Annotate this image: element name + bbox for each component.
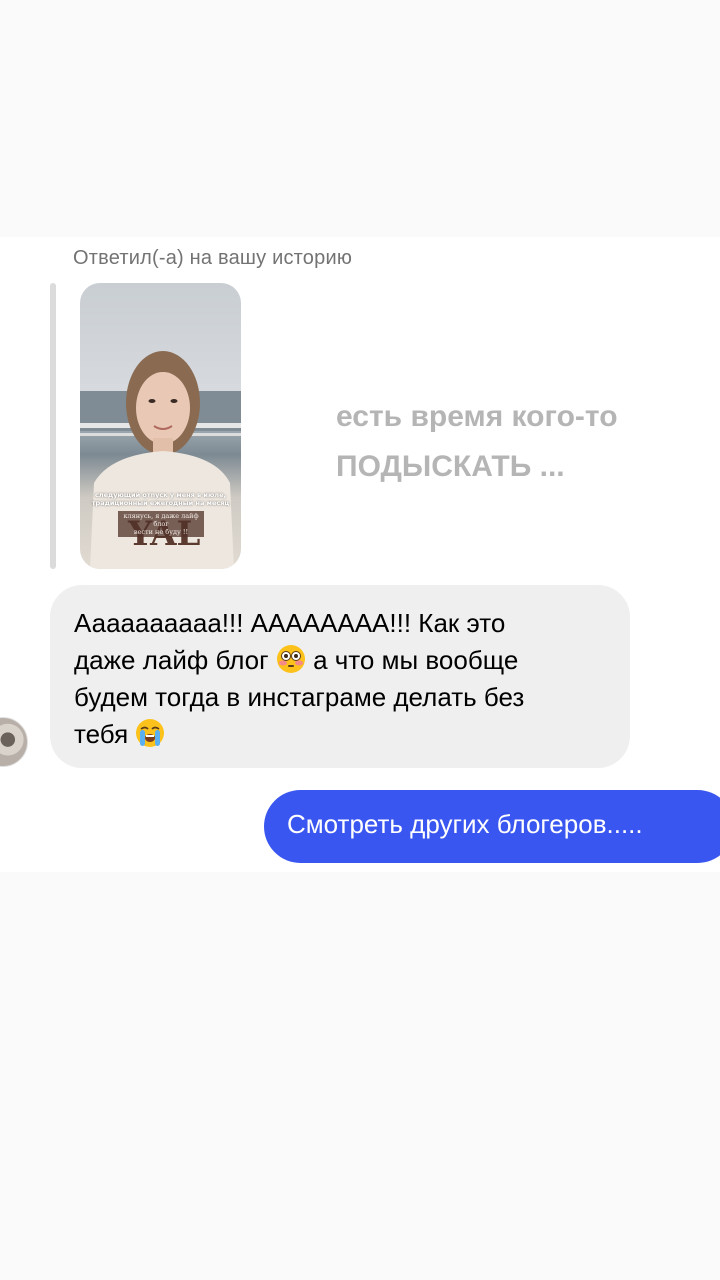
message-line: Аааааааааа!!! АААААААА!!! Как это [74,608,506,638]
bottom-blank-area [0,872,720,1280]
reply-quote-bar [50,283,56,569]
top-blank-area [0,0,720,237]
flushed-face-icon [276,644,306,674]
reply-to-story-label: Ответил(-а) на вашу историю [73,247,353,269]
story-overlay-text: есть время кого-то ПОДЫСКАТЬ ... [336,400,618,483]
story-caption-top: следующий отпуск у меня в июле, традицио… [91,491,230,507]
chat-thread[interactable]: Ответил(-а) на вашу историю YAL [0,237,720,872]
outgoing-message-bubble[interactable]: Смотреть других блогеров..... [264,790,720,863]
story-caption-bottom: клянусь, я даже лайф блог вести не буду … [118,511,204,537]
incoming-message-bubble[interactable]: Аааааааааа!!! АААААААА!!! Как это даже л… [50,585,630,768]
outgoing-message-text: Смотреть других блогеров..... [287,809,643,839]
story-thumbnail[interactable]: YAL следующий отпуск у меня в июле, трад… [80,283,241,569]
message-line: будем тогда в инстаграме делать без [74,682,525,712]
message-line: даже лайф блог а что мы вообще [74,644,519,675]
loudly-crying-face-icon [135,718,165,748]
sender-avatar[interactable] [0,717,28,767]
message-line: тебя [74,716,608,753]
